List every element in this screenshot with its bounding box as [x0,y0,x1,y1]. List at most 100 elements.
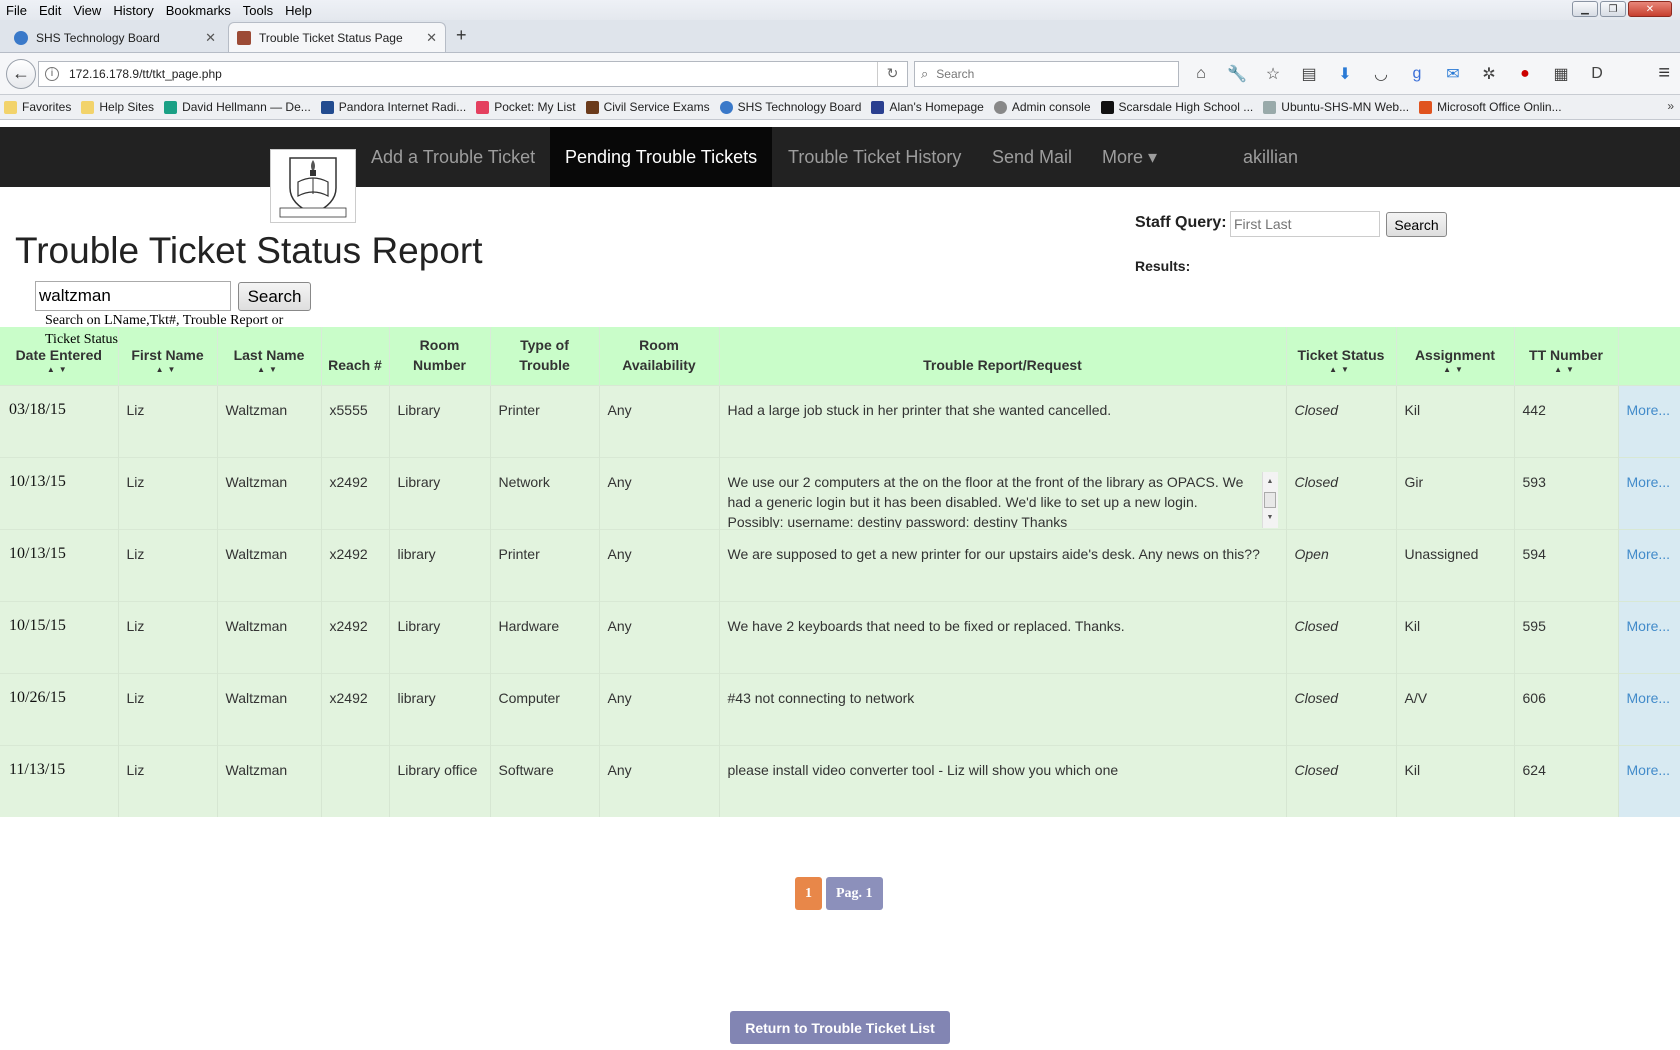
bookmark-label: Pandora Internet Radi... [338,100,467,114]
pocket-icon[interactable]: ◡ [1371,64,1391,84]
ticket-search-input[interactable] [35,281,231,311]
tab-close-icon[interactable]: ✕ [205,30,216,46]
tab-shs-technology-board[interactable]: SHS Technology Board ✕ [6,24,224,52]
nav-more-dropdown[interactable]: More ▾ [1087,127,1172,187]
page-label[interactable]: Pag. 1 [826,877,883,910]
mail-icon[interactable]: ✉ [1443,64,1463,84]
menu-edit[interactable]: Edit [33,3,67,18]
reload-icon[interactable]: ↻ [877,61,907,86]
tab-trouble-ticket-status[interactable]: Trouble Ticket Status Page ✕ [228,22,446,52]
adblock-icon[interactable]: ● [1515,65,1535,83]
menu-help[interactable]: Help [279,3,318,18]
scroll-up-icon[interactable]: ▲ [1267,472,1274,492]
google-icon[interactable]: g [1407,65,1427,83]
header-assignment[interactable]: Assignment ▲▼ [1396,327,1515,385]
nav-add-ticket[interactable]: Add a Trouble Ticket [356,127,550,187]
bookmark-civil-service[interactable]: Civil Service Exams [585,100,710,114]
bookmark-pocket[interactable]: Pocket: My List [476,100,576,114]
window-controls: ▁ ❐ ✕ [1572,1,1672,17]
bookmark-shs-tech[interactable]: SHS Technology Board [719,100,861,114]
reading-list-icon[interactable]: ▤ [1299,64,1319,84]
sort-arrows-icon[interactable]: ▲▼ [1521,365,1612,375]
ticket-search-button[interactable]: Search [238,282,311,311]
bookmark-ubuntu[interactable]: Ubuntu-SHS-MN Web... [1263,100,1409,114]
more-link[interactable]: More... [1618,600,1680,673]
new-tab-icon[interactable]: + [450,25,477,52]
more-link[interactable]: More... [1618,456,1680,529]
bookmark-alans-homepage[interactable]: Alan's Homepage [871,100,984,114]
cell-report: We are supposed to get a new printer for… [719,528,1287,601]
nav-pending-tickets[interactable]: Pending Trouble Tickets [550,127,773,187]
sort-arrows-icon[interactable]: ▲▼ [125,365,211,375]
close-window-icon[interactable]: ✕ [1628,1,1672,17]
home-icon[interactable]: ⌂ [1191,65,1211,83]
cell-tt-number: 624 [1514,744,1619,817]
bookmark-help-sites[interactable]: Help Sites [81,100,154,114]
cell-room: Library [389,600,491,673]
info-icon[interactable]: i [45,66,59,81]
download-icon[interactable]: ⬇ [1335,64,1355,84]
cell-room: Library [389,384,491,457]
more-link[interactable]: More... [1618,384,1680,457]
calendar-icon[interactable]: ▦ [1551,64,1571,84]
bookmarks-overflow-icon[interactable]: » [1667,99,1674,113]
bookmark-david-hellmann[interactable]: David Hellmann — De... [164,100,311,114]
bookmark-label: Pocket: My List [494,100,576,114]
sort-arrows-icon[interactable]: ▲▼ [1293,365,1390,375]
menu-tools[interactable]: Tools [237,3,279,18]
puzzle-icon[interactable]: ✲ [1479,64,1499,84]
bookmark-favorites[interactable]: Favorites [4,100,71,114]
menu-history[interactable]: History [107,3,159,18]
bookmark-scarsdale[interactable]: Scarsdale High School ... [1100,100,1254,114]
staff-search-button[interactable]: Search [1386,212,1447,237]
bookmark-office[interactable]: Microsoft Office Onlin... [1419,100,1562,114]
url-bar[interactable]: i 172.16.178.9/tt/tkt_page.php ↻ [38,60,908,87]
more-link[interactable]: More... [1618,744,1680,817]
globe-icon [14,31,28,45]
hamburger-menu-icon[interactable]: ≡ [1658,62,1670,85]
restore-icon[interactable]: ❐ [1600,1,1626,17]
cell-first-name: Liz [118,600,218,673]
wrench-icon[interactable]: 🔧 [1227,64,1247,84]
table-row: 10/13/15 Liz Waltzman x2492 Library Network An… [0,456,1680,529]
header-status[interactable]: Ticket Status ▲▼ [1286,327,1397,385]
nav-username[interactable]: akillian [1228,127,1313,187]
cell-assignment: Kil [1396,600,1515,673]
page-1-button[interactable]: 1 [795,877,822,910]
menu-view[interactable]: View [67,3,107,18]
cell-tt-number: 606 [1514,672,1619,745]
header-reach: Reach # [321,327,390,385]
header-tt-number[interactable]: TT Number ▲▼ [1514,327,1619,385]
menu-file[interactable]: File [0,3,33,18]
browser-search-field[interactable]: ⌕ Search [914,60,1179,87]
menu-bookmarks[interactable]: Bookmarks [160,3,237,18]
cell-status: Closed [1286,384,1397,457]
cell-first-name: Liz [118,456,218,529]
tab-close-icon[interactable]: ✕ [426,30,437,46]
more-link[interactable]: More... [1618,672,1680,745]
more-link[interactable]: More... [1618,528,1680,601]
nav-send-mail[interactable]: Send Mail [977,127,1087,187]
bookmark-label: Scarsdale High School ... [1118,100,1254,114]
sort-arrows-icon[interactable]: ▲▼ [1403,365,1508,375]
cell-last-name: Waltzman [217,600,322,673]
return-to-list-button[interactable]: Return to Trouble Ticket List [730,1011,950,1044]
cell-type: Computer [490,672,600,745]
bookmark-star-icon[interactable]: ☆ [1263,64,1283,84]
staff-query-input[interactable] [1230,211,1380,237]
nav-ticket-history[interactable]: Trouble Ticket History [773,127,976,187]
sort-arrows-icon[interactable]: ▲▼ [224,365,315,375]
dev-icon[interactable]: D [1587,65,1607,83]
report-textarea[interactable]: We use our 2 computers at the on the flo… [728,471,1278,528]
scrollbar[interactable]: ▲ ▼ [1261,471,1278,528]
bookmark-admin-console[interactable]: Admin console [993,100,1091,114]
scroll-down-icon[interactable]: ▼ [1267,508,1274,528]
minimize-icon[interactable]: ▁ [1572,1,1598,17]
scroll-thumb[interactable] [1264,491,1276,508]
sort-arrows-icon[interactable]: ▲▼ [6,365,112,375]
cell-type: Printer [490,528,600,601]
cell-status: Open [1286,528,1397,601]
cell-room: Library [389,456,491,529]
bookmark-pandora[interactable]: Pandora Internet Radi... [320,100,467,114]
back-arrow-icon[interactable]: ← [6,58,36,89]
